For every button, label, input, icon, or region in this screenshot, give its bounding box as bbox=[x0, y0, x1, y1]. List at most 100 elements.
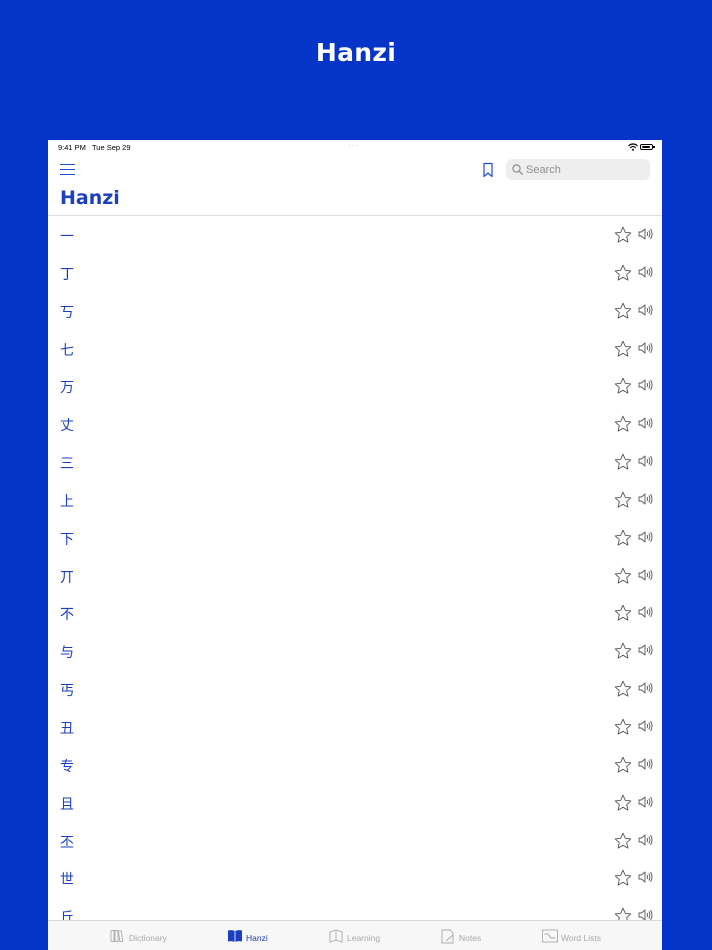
tab-learning-label: Learning bbox=[347, 933, 381, 943]
list-item[interactable]: 与 bbox=[48, 632, 662, 670]
app-window: 9:41 PM Tue Sep 29 ··· Hanzi 一丁丂七万丈三上下丌不… bbox=[48, 140, 662, 950]
list-item[interactable]: 丕 bbox=[48, 822, 662, 860]
hanzi-character: 丈 bbox=[60, 418, 74, 435]
speaker-icon[interactable] bbox=[637, 718, 653, 734]
speaker-icon[interactable] bbox=[637, 264, 653, 280]
star-icon[interactable] bbox=[614, 264, 632, 282]
star-icon[interactable] bbox=[614, 642, 632, 660]
star-icon[interactable] bbox=[614, 302, 632, 320]
speaker-icon[interactable] bbox=[637, 415, 653, 431]
star-icon[interactable] bbox=[614, 226, 632, 244]
speaker-icon[interactable] bbox=[637, 642, 653, 658]
hanzi-character: 专 bbox=[60, 758, 74, 775]
tab-hanzi-label: Hanzi bbox=[246, 933, 268, 943]
status-bar: 9:41 PM Tue Sep 29 ··· bbox=[48, 140, 662, 154]
list-item[interactable]: 上 bbox=[48, 481, 662, 519]
hanzi-character: 丌 bbox=[60, 569, 74, 586]
list-item[interactable]: 专 bbox=[48, 746, 662, 784]
tab-word-lists-label: Word Lists bbox=[561, 933, 601, 943]
list-item[interactable]: 三 bbox=[48, 443, 662, 481]
list-item[interactable]: 不 bbox=[48, 594, 662, 632]
star-icon[interactable] bbox=[614, 453, 632, 471]
battery-icon bbox=[640, 144, 655, 150]
star-icon[interactable] bbox=[614, 415, 632, 433]
speaker-icon[interactable] bbox=[637, 869, 653, 885]
hanzi-character: 丐 bbox=[60, 683, 74, 700]
list-item[interactable]: 下 bbox=[48, 519, 662, 557]
hanzi-character: 一 bbox=[60, 229, 74, 245]
book-icon bbox=[228, 930, 242, 942]
list-item[interactable]: 丑 bbox=[48, 708, 662, 746]
multitasking-dots[interactable]: ··· bbox=[348, 141, 359, 150]
star-icon[interactable] bbox=[614, 340, 632, 358]
list-item[interactable]: 万 bbox=[48, 367, 662, 405]
speaker-icon[interactable] bbox=[637, 832, 653, 848]
star-icon[interactable] bbox=[614, 491, 632, 509]
speaker-icon[interactable] bbox=[637, 302, 653, 318]
wifi-icon bbox=[628, 143, 638, 151]
hanzi-character: 下 bbox=[60, 531, 74, 548]
hanzi-character: 且 bbox=[60, 796, 74, 813]
speaker-icon[interactable] bbox=[637, 226, 653, 242]
hanzi-character: 丑 bbox=[60, 720, 74, 737]
hanzi-character: 万 bbox=[60, 380, 74, 397]
speaker-icon[interactable] bbox=[637, 567, 653, 583]
speaker-icon[interactable] bbox=[637, 794, 653, 810]
hanzi-character: 三 bbox=[60, 456, 74, 473]
star-icon[interactable] bbox=[614, 907, 632, 920]
hanzi-character: 七 bbox=[60, 342, 74, 359]
menu-button[interactable] bbox=[60, 162, 76, 176]
speaker-icon[interactable] bbox=[637, 529, 653, 545]
list-item[interactable]: 丁 bbox=[48, 254, 662, 292]
status-date: Tue Sep 29 bbox=[92, 143, 131, 152]
star-icon[interactable] bbox=[614, 832, 632, 850]
star-icon[interactable] bbox=[614, 529, 632, 547]
hanzi-character: 不 bbox=[60, 607, 74, 624]
hanzi-character: 丕 bbox=[60, 834, 74, 851]
star-icon[interactable] bbox=[614, 718, 632, 736]
star-icon[interactable] bbox=[614, 604, 632, 622]
status-time: 9:41 PM bbox=[58, 143, 86, 152]
bookmark-icon[interactable] bbox=[482, 162, 494, 178]
speaker-icon[interactable] bbox=[637, 453, 653, 469]
list-item[interactable]: 丐 bbox=[48, 670, 662, 708]
speaker-icon[interactable] bbox=[637, 491, 653, 507]
speaker-icon[interactable] bbox=[637, 377, 653, 393]
list-item[interactable]: 且 bbox=[48, 784, 662, 822]
hanzi-character: 与 bbox=[60, 645, 74, 662]
banner-title: Hanzi bbox=[315, 38, 397, 67]
star-icon[interactable] bbox=[614, 869, 632, 887]
speaker-icon[interactable] bbox=[637, 907, 653, 920]
notes-icon bbox=[441, 929, 454, 944]
speaker-icon[interactable] bbox=[637, 340, 653, 356]
list-item[interactable]: 一 bbox=[48, 216, 662, 254]
star-icon[interactable] bbox=[614, 567, 632, 585]
dictionary-icon bbox=[110, 930, 124, 943]
hanzi-character: 上 bbox=[60, 493, 74, 510]
tab-bar: Dictionary Hanzi Learning Notes Word Lis… bbox=[48, 920, 662, 950]
hanzi-character: 丁 bbox=[60, 266, 74, 283]
word-lists-icon bbox=[542, 929, 558, 943]
tab-notes-label: Notes bbox=[459, 933, 482, 943]
hanzi-character: 丘 bbox=[60, 910, 74, 920]
list-item[interactable]: 世 bbox=[48, 859, 662, 897]
star-icon[interactable] bbox=[614, 794, 632, 812]
list-item[interactable]: 丘 bbox=[48, 897, 662, 920]
list-item[interactable]: 丌 bbox=[48, 557, 662, 595]
star-icon[interactable] bbox=[614, 680, 632, 698]
learning-icon bbox=[329, 929, 343, 943]
page-title: Hanzi bbox=[60, 187, 120, 209]
tab-dictionary-label: Dictionary bbox=[129, 933, 167, 943]
star-icon[interactable] bbox=[614, 756, 632, 774]
list-item[interactable]: 丂 bbox=[48, 292, 662, 330]
hanzi-character: 世 bbox=[60, 872, 74, 889]
search-bar[interactable] bbox=[506, 159, 650, 180]
search-input[interactable] bbox=[526, 161, 644, 178]
speaker-icon[interactable] bbox=[637, 680, 653, 696]
list-item[interactable]: 丈 bbox=[48, 405, 662, 443]
speaker-icon[interactable] bbox=[637, 604, 653, 620]
hanzi-list[interactable]: 一丁丂七万丈三上下丌不与丐丑专且丕世丘 bbox=[48, 216, 662, 920]
star-icon[interactable] bbox=[614, 377, 632, 395]
speaker-icon[interactable] bbox=[637, 756, 653, 772]
list-item[interactable]: 七 bbox=[48, 330, 662, 368]
